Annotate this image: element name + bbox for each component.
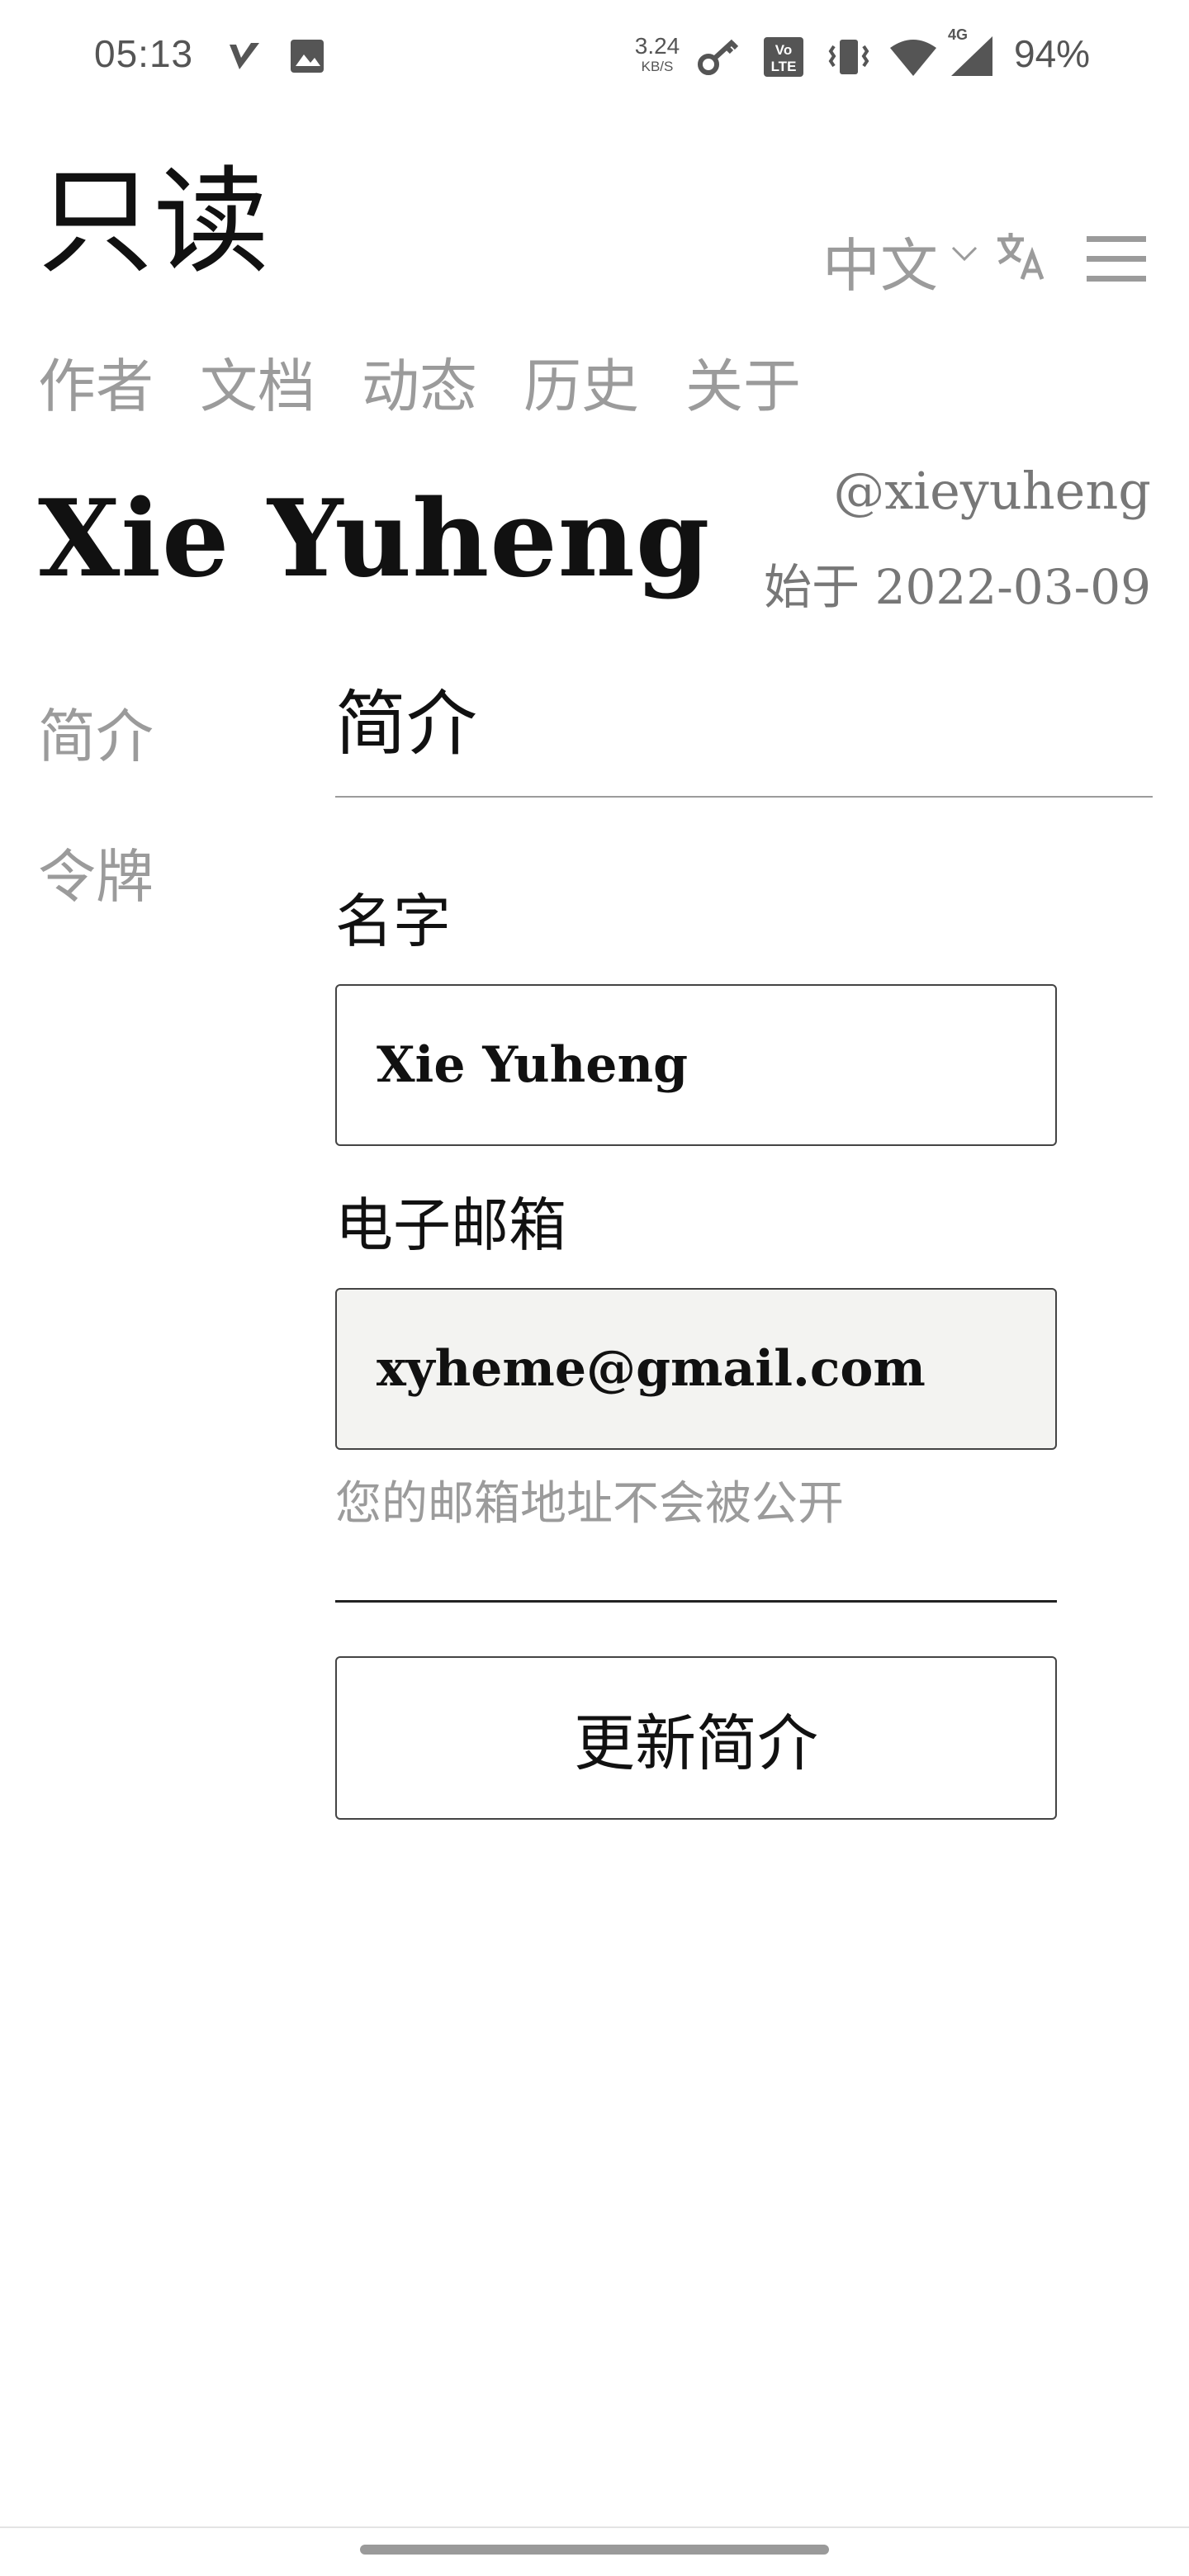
email-hint: 您的邮箱地址不会被公开 bbox=[335, 1477, 844, 1531]
update-profile-button[interactable]: 更新简介 bbox=[335, 1656, 1057, 1820]
volte-icon: Vo LTE bbox=[764, 37, 803, 77]
nav-item-history[interactable]: 历史 bbox=[523, 340, 639, 424]
nav-item-docs[interactable]: 文档 bbox=[200, 340, 315, 424]
nav-item-activity[interactable]: 动态 bbox=[362, 340, 477, 424]
net-speed-unit: KB/S bbox=[641, 59, 674, 74]
name-label: 名字 bbox=[335, 888, 451, 955]
side-menu-profile[interactable]: 简介 bbox=[38, 690, 154, 774]
wifi-icon bbox=[890, 40, 936, 76]
translate-icon[interactable] bbox=[994, 230, 1047, 282]
signal-icon bbox=[951, 36, 992, 76]
side-menu-tokens[interactable]: 令牌 bbox=[38, 831, 154, 914]
vpn-check-icon bbox=[230, 43, 259, 69]
section-title: 简介 bbox=[335, 683, 477, 765]
site-logo[interactable]: 只读 bbox=[38, 165, 269, 281]
vibrate-icon bbox=[828, 40, 869, 74]
section-divider bbox=[335, 796, 1153, 798]
email-input[interactable]: xyheme@gmail.com bbox=[335, 1288, 1057, 1450]
home-gesture-bar[interactable] bbox=[360, 2545, 829, 2555]
language-selector[interactable]: 中文 bbox=[822, 220, 938, 303]
image-icon bbox=[291, 40, 324, 73]
net-speed-value: 3.24 bbox=[634, 33, 680, 59]
name-input[interactable]: Xie Yuheng bbox=[335, 984, 1057, 1146]
email-label: 电子邮箱 bbox=[335, 1191, 566, 1259]
author-since-date: 始于 2022-03-09 bbox=[764, 559, 1151, 615]
nav-item-authors[interactable]: 作者 bbox=[38, 340, 154, 424]
key-icon bbox=[698, 39, 739, 75]
battery-level: 94% bbox=[1014, 32, 1091, 75]
net-speed: 3.24 KB/S bbox=[624, 33, 690, 74]
chevron-down-icon[interactable] bbox=[948, 241, 981, 266]
svg-text:LTE: LTE bbox=[771, 59, 797, 74]
author-handle: @xieyuheng bbox=[833, 461, 1151, 521]
svg-text:Vo: Vo bbox=[775, 42, 792, 58]
status-bar: 05:13 3.24 KB/S Vo LTE 4G 94% bbox=[0, 0, 1189, 116]
nav-item-about[interactable]: 关于 bbox=[685, 340, 801, 424]
nav-bar-divider bbox=[0, 2526, 1189, 2528]
menu-icon[interactable] bbox=[1087, 234, 1146, 284]
status-time: 05:13 bbox=[94, 32, 194, 75]
author-name: Xie Yuheng bbox=[38, 477, 711, 601]
form-divider bbox=[335, 1600, 1057, 1603]
